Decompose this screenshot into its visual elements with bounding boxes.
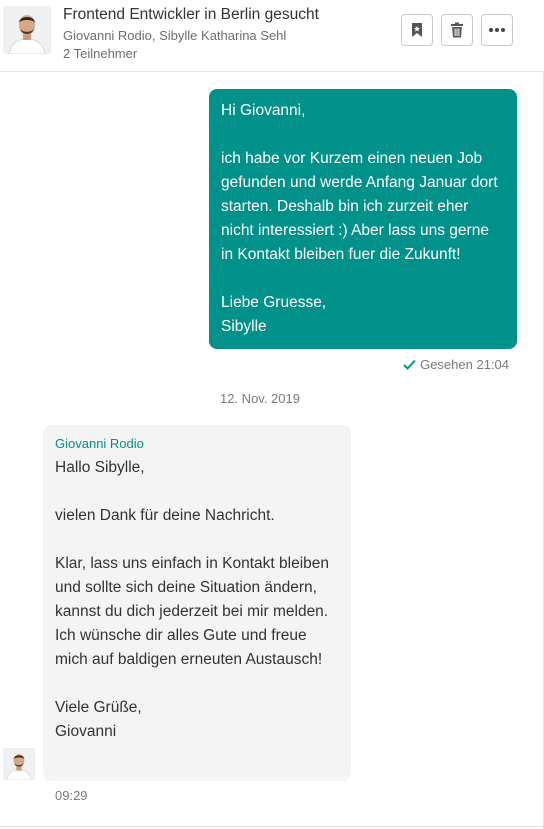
participant-count: 2 Teilnehmer bbox=[63, 46, 138, 61]
participant-names: Giovanni Rodio, Sibylle Katharina Sehl bbox=[63, 28, 287, 43]
conversation-view: Frontend Entwickler in Berlin gesucht Gi… bbox=[0, 0, 544, 829]
bookmark-icon bbox=[412, 23, 422, 37]
avatar-photo bbox=[3, 748, 35, 780]
read-receipt-label: Gesehen 21:04 bbox=[420, 357, 509, 372]
check-icon bbox=[403, 359, 416, 370]
date-separator: 12. Nov. 2019 bbox=[220, 391, 300, 406]
incoming-message[interactable]: Giovanni Rodio Hallo Sibylle, vielen Dan… bbox=[43, 425, 351, 781]
message-text: Hi Giovanni, ich habe vor Kurzem einen n… bbox=[221, 102, 498, 335]
outgoing-message[interactable]: Hi Giovanni, ich habe vor Kurzem einen n… bbox=[209, 89, 517, 349]
avatar[interactable] bbox=[3, 6, 51, 54]
avatar-photo bbox=[3, 6, 51, 54]
trash-icon bbox=[451, 22, 463, 38]
delete-button[interactable] bbox=[441, 14, 473, 46]
sender-name[interactable]: Giovanni Rodio bbox=[55, 435, 339, 453]
bookmark-button[interactable] bbox=[401, 14, 433, 46]
sender-avatar[interactable] bbox=[3, 748, 35, 780]
message-timestamp: 09:29 bbox=[55, 788, 88, 803]
conversation-title: Frontend Entwickler in Berlin gesucht bbox=[63, 6, 319, 23]
divider bbox=[0, 826, 544, 827]
read-receipt: Gesehen 21:04 bbox=[403, 357, 509, 372]
more-icon bbox=[489, 28, 505, 32]
conversation-header: Frontend Entwickler in Berlin gesucht Gi… bbox=[0, 0, 544, 72]
more-options-button[interactable] bbox=[481, 14, 513, 46]
message-text: Hallo Sibylle, vielen Dank für deine Nac… bbox=[55, 459, 330, 740]
